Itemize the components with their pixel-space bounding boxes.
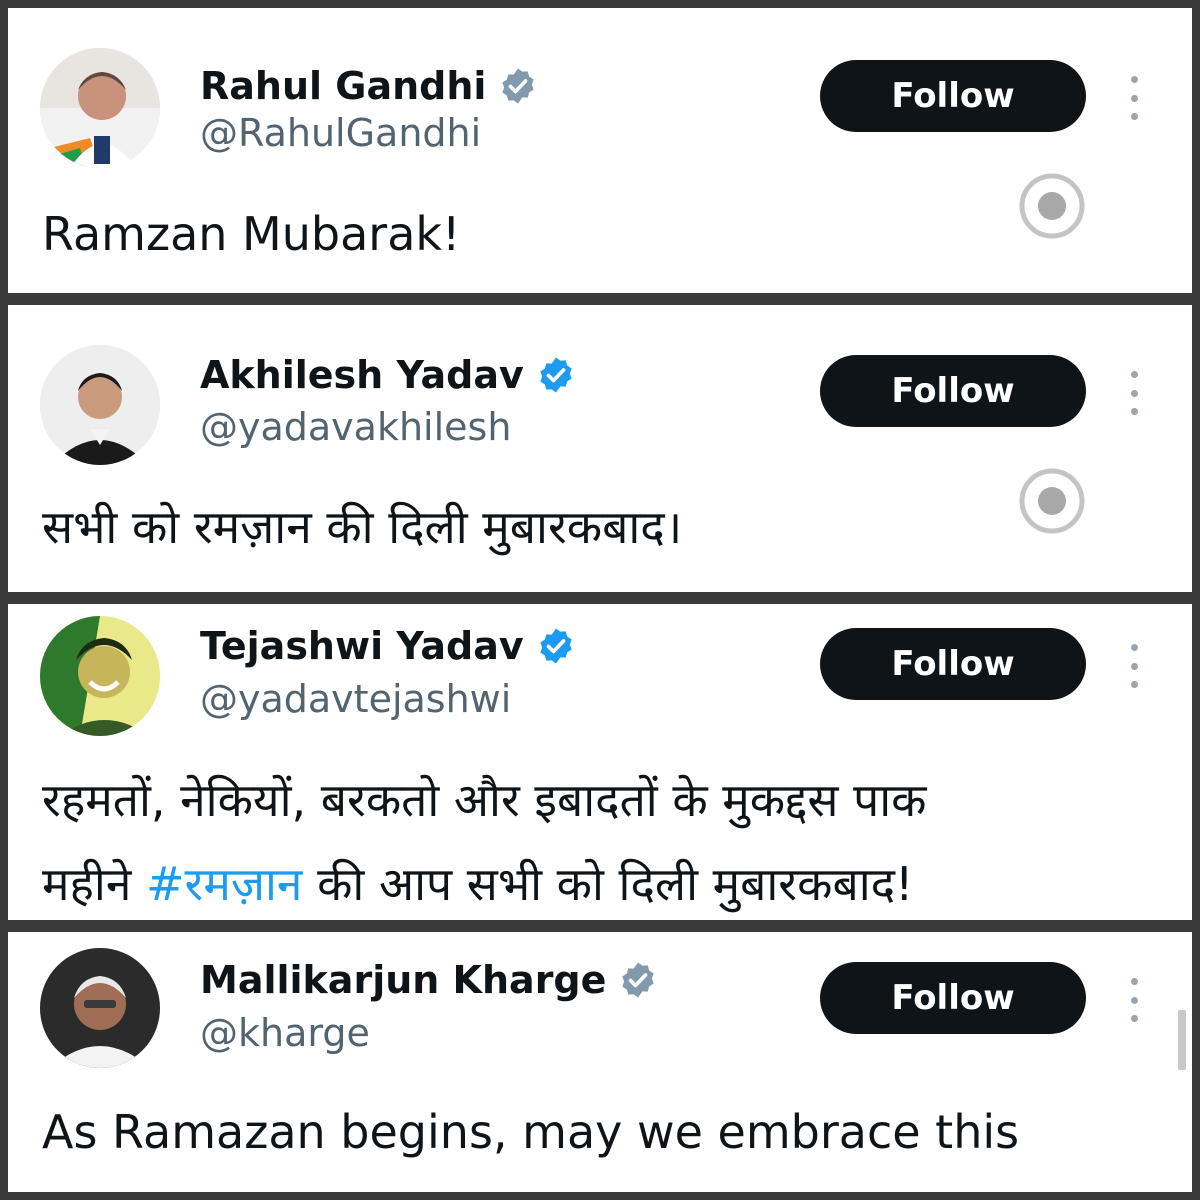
post-text-line-1: रहमतों, नेकियों, बरकतो और इबादतों के मुक…: [42, 773, 927, 827]
post-text-line-1: As Ramazan begins, may we embrace this: [42, 1105, 1020, 1159]
post-card-tejashwi-yadav[interactable]: Tejashwi Yadav @yadavtejashwi Follow रहम…: [8, 604, 1192, 920]
avatar[interactable]: [40, 48, 160, 168]
display-name[interactable]: Tejashwi Yadav: [200, 626, 576, 666]
verified-badge-icon: [539, 628, 572, 664]
display-name[interactable]: Mallikarjun Kharge: [200, 960, 658, 1000]
display-name[interactable]: Akhilesh Yadav: [200, 355, 576, 395]
display-name-text: Mallikarjun Kharge: [200, 958, 607, 1002]
verified-badge-icon: [502, 68, 535, 104]
more-options-icon[interactable]: [1124, 371, 1144, 415]
follow-button[interactable]: Follow: [820, 355, 1086, 427]
grok-icon[interactable]: [1018, 467, 1086, 535]
user-handle[interactable]: @kharge: [200, 1014, 370, 1052]
user-handle[interactable]: @RahulGandhi: [200, 114, 481, 152]
avatar[interactable]: [40, 345, 160, 465]
display-name[interactable]: Rahul Gandhi: [200, 66, 538, 106]
user-handle[interactable]: @yadavakhilesh: [200, 408, 511, 446]
more-options-icon[interactable]: [1124, 76, 1144, 120]
avatar[interactable]: [40, 616, 160, 736]
display-name-text: Tejashwi Yadav: [200, 624, 524, 668]
verified-badge-icon: [622, 962, 655, 998]
post-text: सभी को रमज़ान की दिली मुबारकबाद।: [42, 500, 683, 554]
post-card-akhilesh-yadav[interactable]: Akhilesh Yadav @yadavakhilesh Follow सभी…: [8, 305, 1192, 592]
scrollbar[interactable]: [1178, 1010, 1186, 1070]
post-card-rahul-gandhi[interactable]: Rahul Gandhi @RahulGandhi Follow Ramzan …: [8, 8, 1192, 293]
post-text-line-2: महीने #रमज़ान की आप सभी को दिली मुबारकबा…: [42, 844, 914, 920]
hashtag-link[interactable]: #रमज़ान: [146, 857, 302, 911]
post-text: Ramzan Mubarak!: [42, 207, 461, 261]
display-name-text: Rahul Gandhi: [200, 64, 487, 108]
follow-button[interactable]: Follow: [820, 60, 1086, 132]
post-text-segment: महीने: [42, 857, 147, 911]
user-handle[interactable]: @yadavtejashwi: [200, 680, 511, 718]
post-card-mallikarjun-kharge[interactable]: Mallikarjun Kharge @kharge Follow As Ram…: [8, 932, 1192, 1192]
more-options-icon[interactable]: [1124, 644, 1144, 688]
follow-button[interactable]: Follow: [820, 628, 1086, 700]
verified-badge-icon: [540, 357, 572, 393]
more-options-icon[interactable]: [1124, 978, 1144, 1022]
display-name-text: Akhilesh Yadav: [200, 353, 524, 397]
avatar[interactable]: [40, 948, 160, 1068]
post-text-segment: की आप सभी को दिली मुबारकबाद!: [302, 857, 914, 911]
grok-icon[interactable]: [1018, 172, 1086, 240]
follow-button[interactable]: Follow: [820, 962, 1086, 1034]
